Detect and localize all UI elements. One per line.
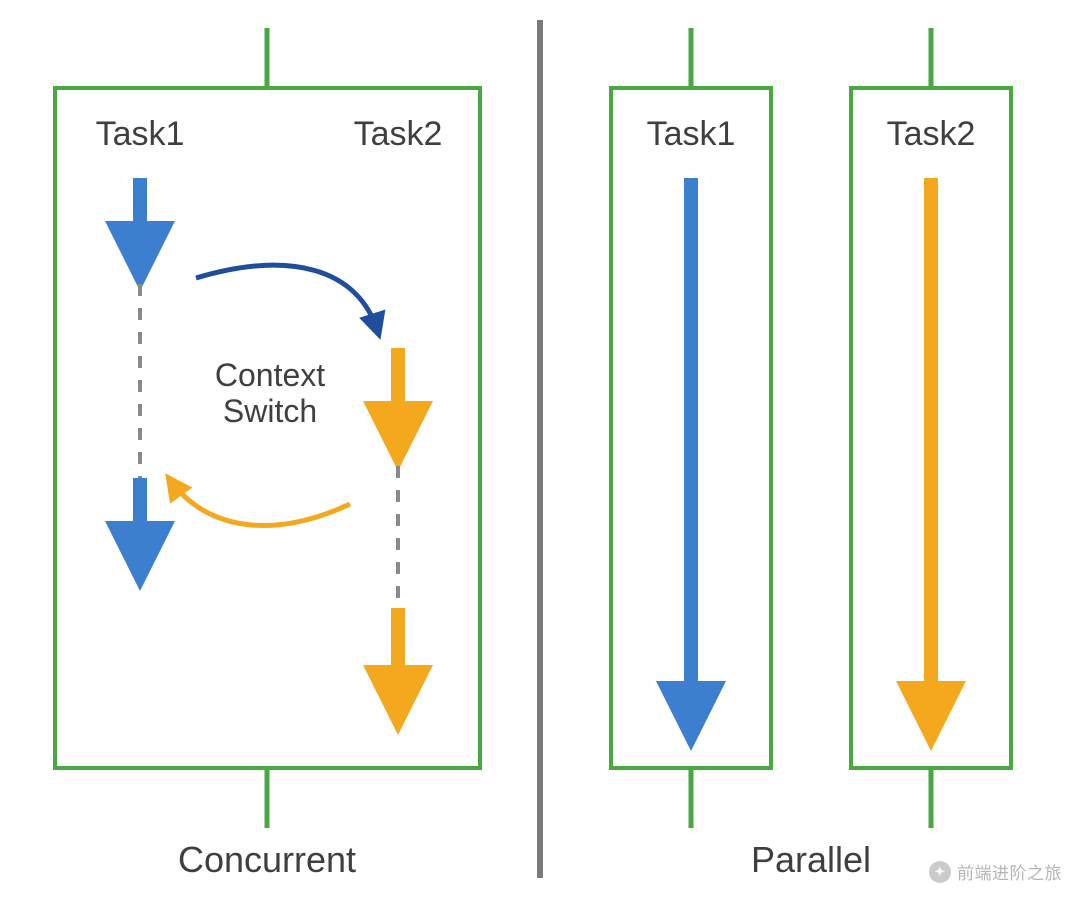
diagram-canvas: Task1 Task2 Context Switch Concurrent Ta… bbox=[0, 0, 1080, 898]
concurrent-panel: Task1 Task2 Context Switch Concurrent bbox=[55, 28, 480, 880]
context-switch-label-line1: Context bbox=[215, 357, 325, 393]
parallel-cpu-box-1: Task1 bbox=[611, 28, 771, 828]
parallel-task1-label: Task1 bbox=[647, 115, 736, 153]
watermark-text: 前端进阶之旅 bbox=[957, 859, 1062, 884]
parallel-task2-label: Task2 bbox=[887, 115, 976, 153]
context-arrow-to-task1 bbox=[170, 480, 350, 526]
parallel-panel: Task1 Task2 Parallel bbox=[611, 28, 1011, 880]
concurrent-task1-label: Task1 bbox=[96, 115, 185, 153]
concurrent-task2-label: Task2 bbox=[354, 115, 443, 153]
context-arrow-to-task2 bbox=[196, 265, 378, 332]
parallel-cpu-box-2: Task2 bbox=[851, 28, 1011, 828]
watermark: ✦ 前端进阶之旅 bbox=[929, 859, 1062, 884]
concurrent-caption: Concurrent bbox=[178, 839, 356, 880]
parallel-caption: Parallel bbox=[751, 839, 871, 880]
wechat-icon: ✦ bbox=[929, 861, 951, 883]
context-switch-label-line2: Switch bbox=[223, 393, 317, 429]
